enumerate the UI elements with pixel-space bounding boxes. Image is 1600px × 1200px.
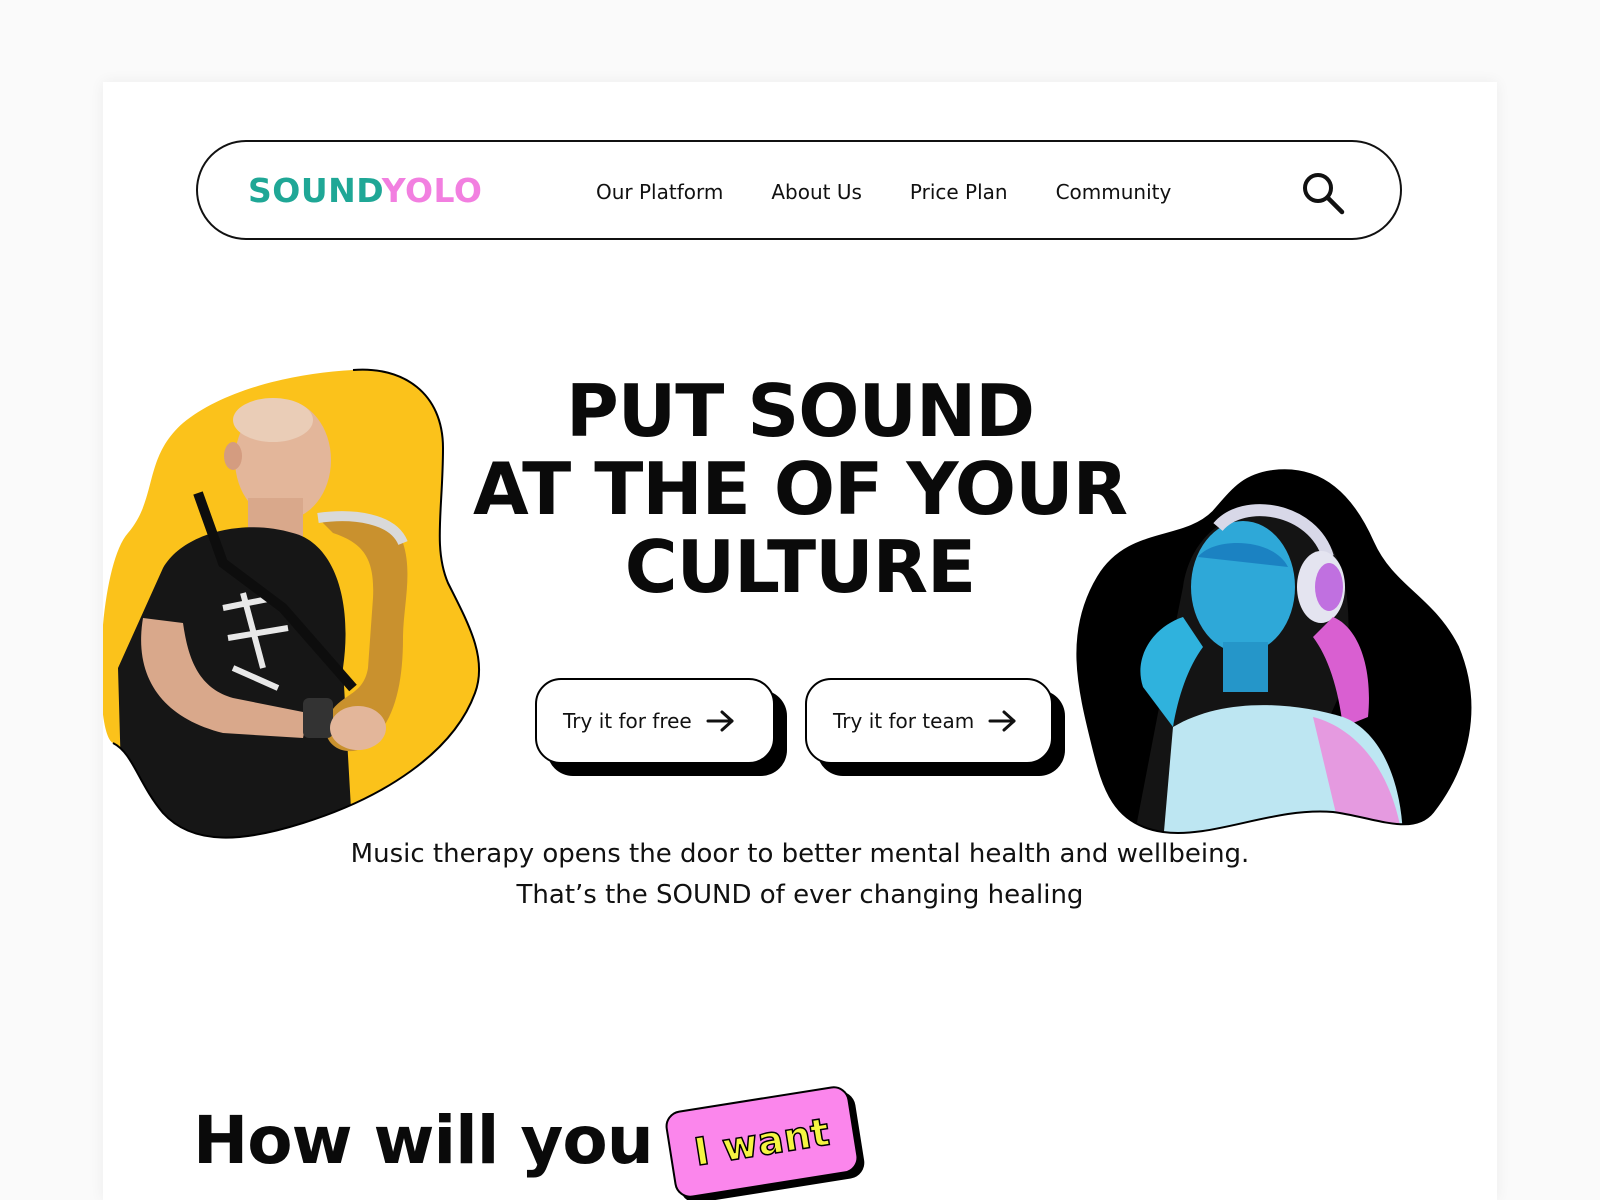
hero-title-line-3: CULTURE	[624, 525, 976, 609]
try-free-button[interactable]: Try it for free	[535, 678, 787, 776]
landing-page: SOUNDYOLO Our Platform About Us Price Pl…	[103, 82, 1497, 1200]
hero-title-line-2: AT THE OF YOUR	[472, 447, 1128, 531]
sticker-text: I want	[690, 1109, 833, 1175]
arrow-right-icon	[988, 710, 1016, 732]
sticker-face: I want	[663, 1083, 861, 1200]
top-navbar: SOUNDYOLO Our Platform About Us Price Pl…	[196, 140, 1402, 240]
hero-title-line-1: PUT SOUND	[566, 369, 1035, 453]
search-icon	[1303, 173, 1345, 215]
how-section-title: How will you	[193, 1102, 654, 1179]
hero-subtitle: Music therapy opens the door to better m…	[103, 834, 1497, 916]
search-button[interactable]	[1298, 168, 1348, 218]
arrow-right-icon	[706, 710, 734, 732]
button-face: Try it for team	[805, 678, 1053, 764]
try-team-label: Try it for team	[833, 709, 975, 733]
nav-community[interactable]: Community	[1056, 180, 1172, 204]
hero-title: PUT SOUND AT THE OF YOUR CULTURE	[103, 372, 1497, 606]
button-face: Try it for free	[535, 678, 775, 764]
logo[interactable]: SOUNDYOLO	[248, 171, 482, 210]
try-free-label: Try it for free	[563, 709, 692, 733]
try-team-button[interactable]: Try it for team	[805, 678, 1065, 776]
i-want-sticker: I want	[663, 1083, 867, 1200]
main-nav: Our Platform About Us Price Plan Communi…	[596, 180, 1171, 204]
logo-yolo: YOLO	[381, 171, 483, 210]
nav-about-us[interactable]: About Us	[771, 180, 862, 204]
logo-sound: SOUND	[248, 171, 382, 210]
hero-subtitle-line-1: Music therapy opens the door to better m…	[350, 839, 1250, 869]
nav-our-platform[interactable]: Our Platform	[596, 180, 723, 204]
hero-subtitle-line-2: That’s the SOUND of ever changing healin…	[516, 880, 1084, 910]
nav-price-plan[interactable]: Price Plan	[910, 180, 1008, 204]
